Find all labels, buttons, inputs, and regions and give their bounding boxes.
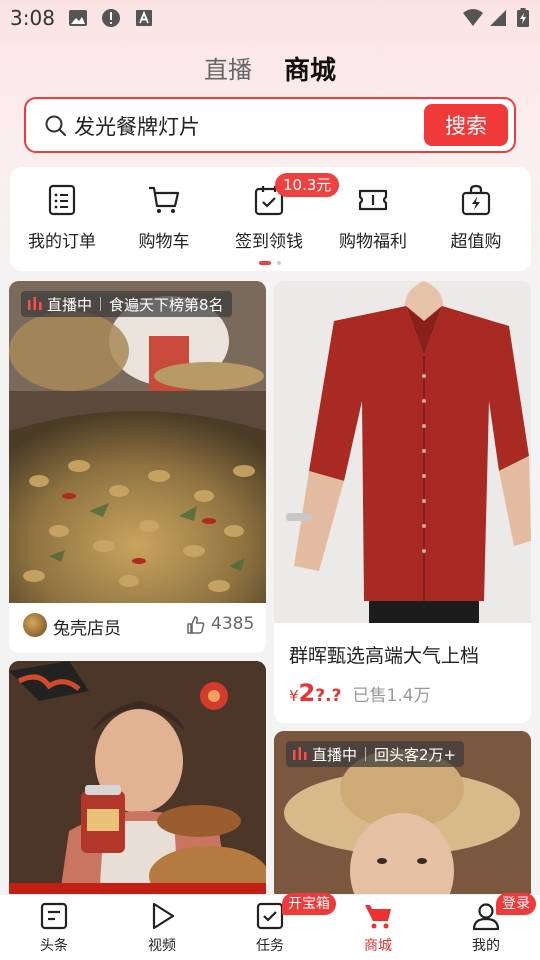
shop-row: 兔壳店员 4385 [23,613,258,639]
live-bars-icon [28,297,42,310]
product-title[interactable]: 群晖甄选高端大气上档 [289,641,479,668]
search-icon [45,115,66,136]
quick-menu-benefits[interactable]: 购物福利 [321,183,425,259]
search-input[interactable]: 发光餐牌灯片 [74,111,200,141]
quick-menu-label: 我的订单 [28,232,96,252]
live-status: 直播中 [47,295,93,314]
text-notification-icon [136,10,152,26]
battery-icon [517,8,529,27]
page-indicator [259,261,289,265]
product-image-peanuts [9,281,266,603]
bottom-nav: 头条 视频 任务 商城 我的 开宝箱 登录 [0,893,540,960]
login-badge[interactable]: 登录 [496,893,536,915]
quick-menu-label: 超值购 [450,232,502,252]
live-separator [100,297,102,311]
status-time: 3:08 [10,6,55,30]
checkin-reward-badge: 10.3元 [275,173,340,197]
like-count: 4385 [211,614,255,634]
live-badge: 直播中 回头客2万+ [286,741,465,767]
bag-bolt-icon [461,184,491,216]
sold-count: 已售1.4万 [352,686,431,706]
coupon-icon [358,189,388,211]
live-bars-icon [293,747,307,760]
task-icon [256,902,284,930]
feed-card-live-hat[interactable]: 直播中 回头客2万+ [274,731,531,901]
nav-label: 商城 [364,938,392,954]
feed-card-live-peanuts[interactable]: 直播中 食遍天下榜第8名 兔壳店员 4385 [9,281,266,653]
top-tabs: 直播 商城 [0,50,540,90]
nav-label: 我的 [472,938,500,954]
status-bar: 3:08 [0,0,540,36]
signal-icon [490,10,506,26]
product-image-peanut-jar [9,661,266,901]
nav-label: 头条 [40,938,68,954]
live-badge: 直播中 食遍天下榜第8名 [21,291,232,317]
headline-icon [40,902,68,930]
feed-card-peanut-jar[interactable] [9,661,266,901]
nav-video[interactable]: 视频 [122,901,202,955]
price-rest: ?.? [315,686,342,706]
nav-headlines[interactable]: 头条 [14,901,94,955]
quick-menu-my-orders[interactable]: 我的订单 [10,183,114,259]
shop-avatar[interactable] [23,613,47,637]
quick-menu-deals[interactable]: 超值购 [424,183,528,259]
quick-menu: 我的订单 购物车 签到领钱 购物福利 超值购 [10,167,531,271]
quick-menu-label: 购物福利 [339,232,407,252]
order-list-icon [48,184,76,216]
price-symbol: ¥ [289,687,299,705]
page-dot-active [259,261,271,265]
live-separator [365,747,367,761]
nav-mall[interactable]: 商城 [338,901,418,955]
tab-mall[interactable]: 商城 [284,50,336,87]
quick-menu-label: 签到领钱 [235,232,303,252]
play-icon [152,902,175,930]
rank-label: 食遍天下榜第8名 [109,295,224,314]
mall-cart-icon [365,905,391,929]
page-dot [277,261,281,265]
repeat-customer-label: 回头客2万+ [374,745,457,764]
search-button[interactable]: 搜索 [424,104,508,146]
price-main: 2 [298,679,316,707]
search-bar[interactable]: 发光餐牌灯片 搜索 [24,97,516,153]
live-status: 直播中 [312,745,358,764]
shop-name[interactable]: 兔壳店员 [53,614,121,639]
wifi-icon [463,9,483,26]
cart-icon [149,186,180,213]
feed-card-product-blouse[interactable]: 群晖甄选高端大气上档 ¥2?.? 已售1.4万 [274,281,531,723]
nav-label: 任务 [256,938,284,954]
image-notification-icon [69,10,87,26]
product-image-blouse [274,281,531,623]
quick-menu-cart[interactable]: 购物车 [112,183,216,259]
alert-notification-icon [102,9,120,27]
nav-label: 视频 [148,938,176,954]
tab-live[interactable]: 直播 [204,50,252,85]
treasure-box-badge[interactable]: 开宝箱 [282,893,336,915]
like-icon[interactable] [186,615,206,635]
quick-menu-label: 购物车 [138,232,190,252]
price-row: ¥2?.? 已售1.4万 [289,679,431,709]
